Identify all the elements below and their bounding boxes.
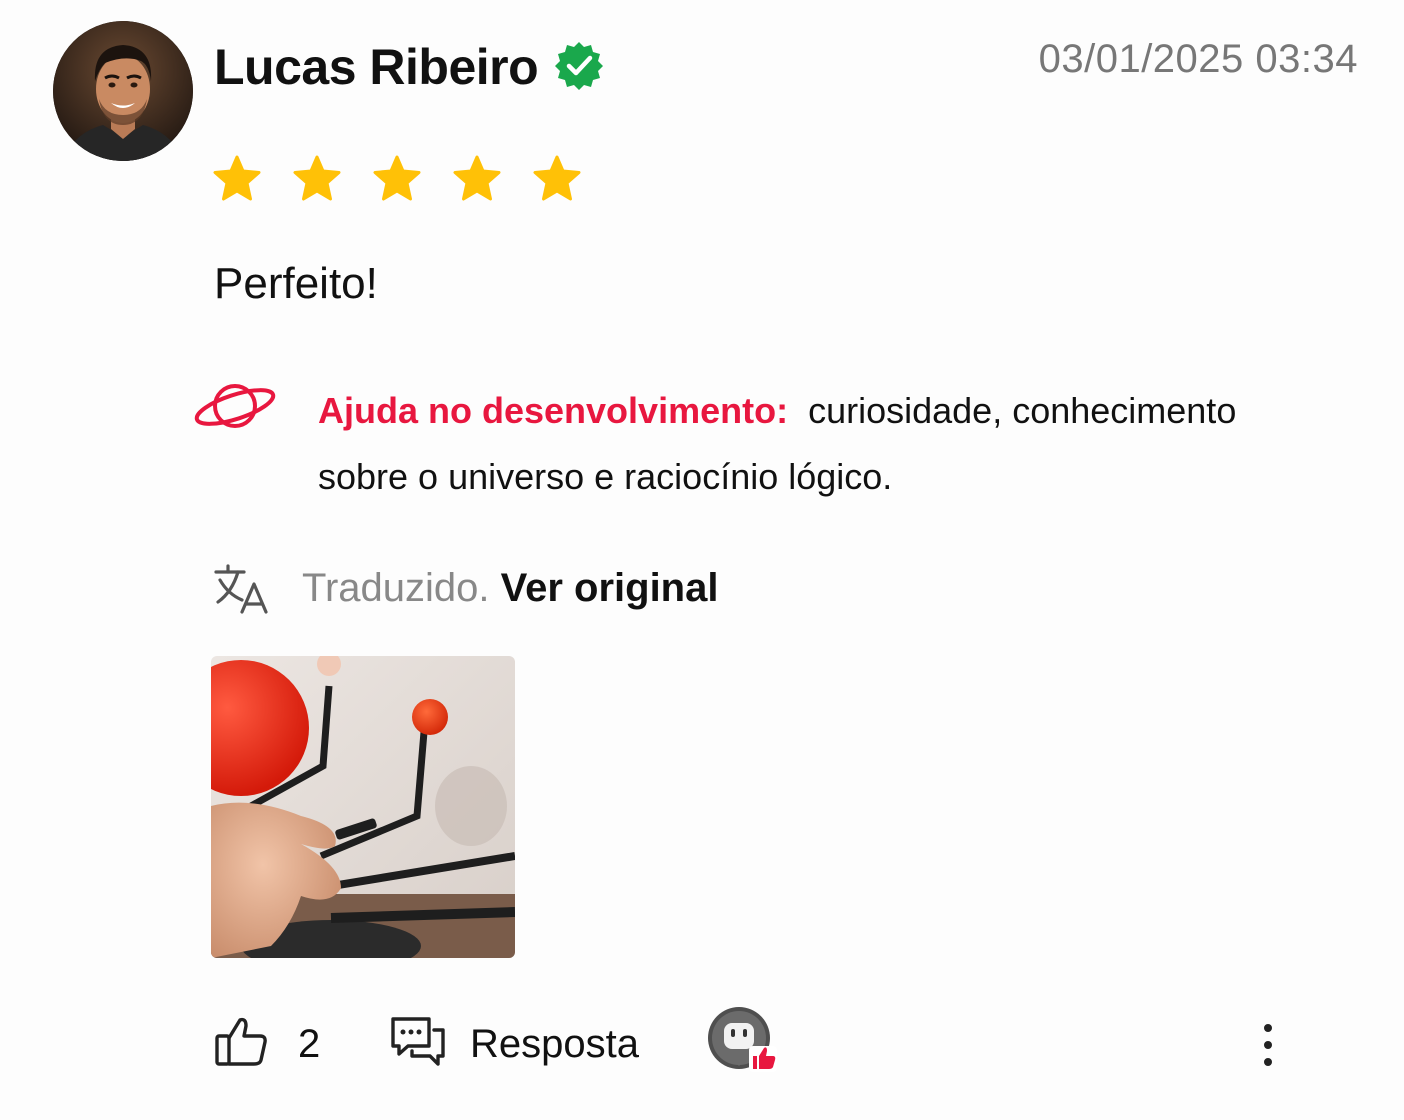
verified-badge-icon <box>555 42 603 90</box>
star-icon <box>293 155 341 201</box>
avatar-photo <box>53 21 193 161</box>
planet-icon <box>194 384 276 428</box>
star-rating <box>212 154 582 204</box>
review-timestamp: 03/01/2025 03:34 <box>1038 37 1358 81</box>
star-icon <box>453 155 501 201</box>
avatar[interactable] <box>53 21 193 161</box>
benefit-text: Ajuda no desenvolvimento: curiosidade, c… <box>318 378 1318 510</box>
star-icon <box>373 155 421 201</box>
benefit-label: Ajuda no desenvolvimento: <box>318 390 789 431</box>
star-icon <box>533 155 581 201</box>
thumbs-up-icon[interactable] <box>214 1014 268 1068</box>
translation-status: Traduzido. Ver original <box>302 562 718 614</box>
robot-like-badge-icon[interactable] <box>707 1006 779 1074</box>
translate-icon <box>214 564 268 614</box>
review-photo[interactable] <box>211 656 515 958</box>
reviewer-name[interactable]: Lucas Ribeiro <box>214 36 539 98</box>
reply-label[interactable]: Resposta <box>470 1020 639 1068</box>
view-original-link[interactable]: Ver original <box>501 566 719 610</box>
translated-label: Traduzido. <box>302 566 490 610</box>
action-bar: 2 Resposta <box>0 1006 1404 1086</box>
review-photo-image <box>211 656 515 958</box>
more-vertical-icon[interactable] <box>1252 1014 1284 1074</box>
review-text: Perfeito! <box>214 259 378 308</box>
star-icon <box>213 155 261 201</box>
like-count: 2 <box>298 1022 321 1066</box>
chat-bubbles-icon[interactable] <box>390 1016 446 1068</box>
